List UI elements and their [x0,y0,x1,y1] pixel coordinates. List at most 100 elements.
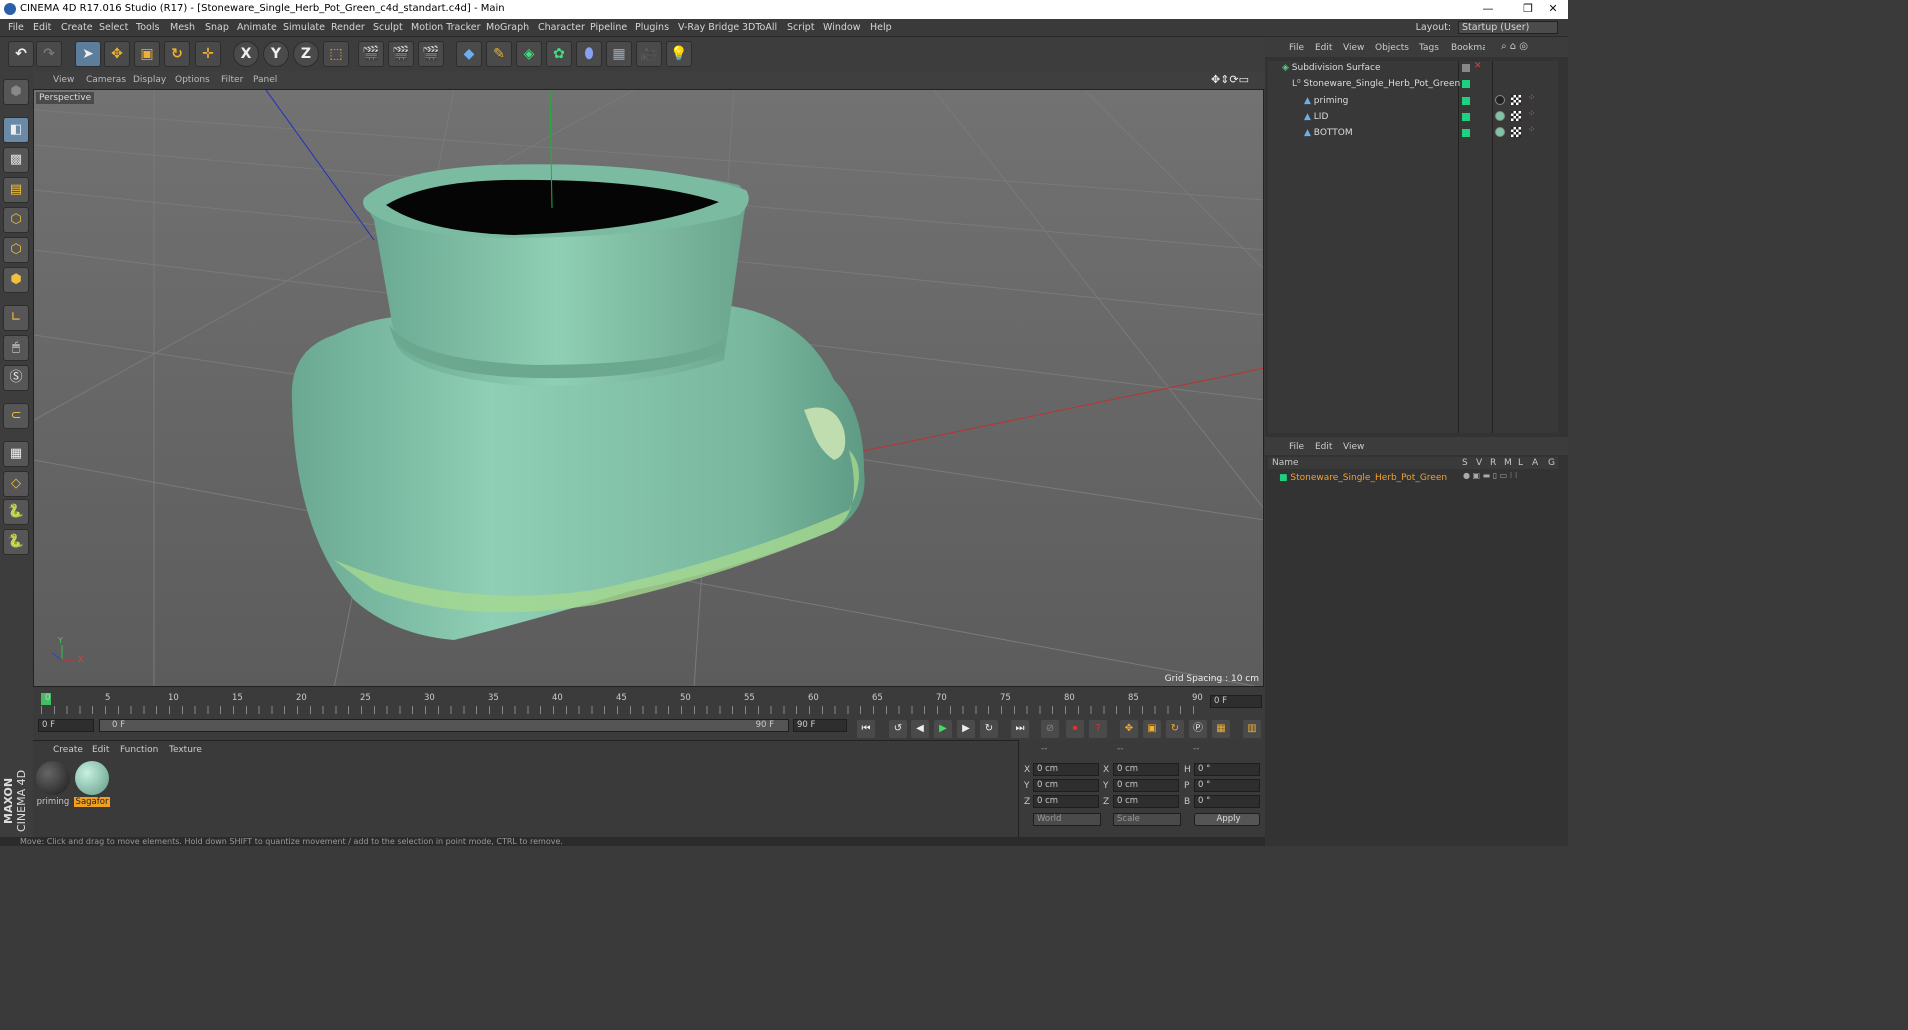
om-search-icon[interactable]: ⌕ ⌂ ◎ [1501,41,1528,52]
end-frame-field[interactable]: 90 F [793,719,847,732]
current-frame-field[interactable]: 0 F [1210,695,1262,708]
points-mode-icon[interactable]: ⬡ [3,207,29,233]
menu-snap[interactable]: Snap [205,22,229,33]
viewport-menu-display[interactable]: Display [133,75,166,85]
viewport-menu-options[interactable]: Options [175,75,210,85]
motion-record-icon[interactable]: ⊘ [1041,720,1059,738]
menu-mograph[interactable]: MoGraph [486,22,529,33]
menu-plugins[interactable]: Plugins [635,22,669,33]
python-script-2-icon[interactable]: 🐍 [3,529,29,555]
coord-rot-b-field[interactable]: 0 ° [1194,795,1260,808]
key-parameter-icon[interactable]: Ⓟ [1189,720,1207,738]
key-position-icon[interactable]: ✥ [1120,720,1138,738]
mograph-cloner-icon[interactable]: ✿ [546,41,572,67]
snap-icon[interactable]: Ⓢ [3,365,29,391]
render-view-icon[interactable]: 🎬 [358,41,384,67]
material-tag-icon[interactable] [1495,111,1505,121]
col-a[interactable]: A [1532,458,1538,468]
menu-mesh[interactable]: Mesh [170,22,195,33]
viewport-menu-panel[interactable]: Panel [253,75,277,85]
om-menu-objects[interactable]: Objects [1375,43,1409,53]
coord-pos-z-field[interactable]: 0 cm [1033,795,1099,808]
cube-primitive-icon[interactable]: ◆ [456,41,482,67]
camera-icon[interactable]: 🎥 [636,41,662,67]
material-sagafor[interactable]: Sagafor [74,761,110,809]
material-tag-icon[interactable] [1495,127,1505,137]
menu-edit[interactable]: Edit [33,22,51,33]
coord-size-z-field[interactable]: 0 cm [1113,795,1179,808]
menu-help[interactable]: Help [870,22,892,33]
model-mode-icon[interactable]: ◧ [3,117,29,143]
menu-render[interactable]: Render [331,22,365,33]
lock-workplane-icon[interactable]: ▦ [3,441,29,467]
menu-window[interactable]: Window [823,22,860,33]
3d-viewport[interactable]: Y X Perspective Grid Spacing : 10 cm [33,89,1264,687]
om-menu-edit[interactable]: Edit [1315,43,1332,53]
menu-vray-bridge[interactable]: V-Ray Bridge [678,22,739,33]
deformer-icon[interactable]: ⬮ [576,41,602,67]
object-stoneware-pot[interactable]: L⁰ Stoneware_Single_Herb_Pot_Green [1292,77,1482,92]
subdivision-surface-icon[interactable]: ◈ [516,41,542,67]
col-g[interactable]: G [1548,458,1555,468]
coordinate-system-icon[interactable]: ⬚ [323,41,349,67]
phong-tag-icon[interactable]: ⁘ [1528,109,1536,119]
render-settings-icon[interactable]: 🎬 [418,41,444,67]
scale-tool-icon[interactable]: ▣ [134,41,160,67]
edges-mode-icon[interactable]: ⬡ [3,237,29,263]
phong-tag-icon[interactable]: ⁘ [1528,93,1536,103]
coord-rot-h-field[interactable]: 0 ° [1194,763,1260,776]
menu-motion-tracker[interactable]: Motion Tracker [411,22,481,33]
material-priming[interactable]: priming [35,761,71,809]
go-to-start-icon[interactable]: ⏮ [857,720,875,738]
menu-select[interactable]: Select [99,22,128,33]
pen-spline-icon[interactable]: ✎ [486,41,512,67]
frame-range-slider[interactable]: 0 F 90 F [99,719,789,732]
material-menu-function[interactable]: Function [120,745,158,755]
transform-tool-icon[interactable]: ✛ [195,41,221,67]
layer-flags-icon[interactable]: ● ▣ ▬ ▯ ▭ ⁝ ⁝ [1463,471,1517,480]
col-v[interactable]: V [1476,458,1482,468]
viewport-menu-view[interactable]: View [53,75,74,85]
light-icon[interactable]: 💡 [666,41,692,67]
workplane-mode-icon[interactable]: ▤ [3,177,29,203]
coord-apply-button[interactable]: Apply [1194,813,1260,826]
om-menu-tags[interactable]: Tags [1419,43,1439,53]
move-tool-icon[interactable]: ✥ [104,41,130,67]
menu-create[interactable]: Create [61,22,93,33]
key-scale-icon[interactable]: ▣ [1143,720,1161,738]
om-menu-view[interactable]: View [1343,43,1364,53]
col-m[interactable]: M [1504,458,1512,468]
redo-icon[interactable]: ↷ [36,41,62,67]
coord-rot-p-field[interactable]: 0 ° [1194,779,1260,792]
menu-simulate[interactable]: Simulate [283,22,325,33]
menu-script[interactable]: Script [787,22,815,33]
object-subdivision-surface[interactable]: ◈ Subdivision Surface [1282,61,1472,76]
play-icon[interactable]: ▶ [934,720,952,738]
texture-tag-icon[interactable] [1511,111,1521,121]
lm-menu-edit[interactable]: Edit [1315,442,1332,452]
timeline-ruler[interactable]: 0 5 10 15 20 25 30 35 40 45 50 55 60 65 … [33,688,1265,718]
select-pointer-icon[interactable]: ➤ [75,41,101,67]
next-frame-icon[interactable]: ▶ [957,720,975,738]
material-menu-create[interactable]: Create [53,745,83,755]
menu-file[interactable]: File [8,22,24,33]
coord-size-y-field[interactable]: 0 cm [1113,779,1179,792]
material-menu-texture[interactable]: Texture [169,745,202,755]
col-l[interactable]: L [1518,458,1523,468]
minimize-button[interactable]: — [1468,0,1508,19]
undo-icon[interactable]: ↶ [8,41,34,67]
next-key-icon[interactable]: ↻ [980,720,998,738]
close-button[interactable]: ✕ [1538,0,1568,19]
tweak-mode-icon[interactable]: 🖱 [3,335,29,361]
col-s[interactable]: S [1462,458,1468,468]
autokeying-icon[interactable]: ? [1089,720,1107,738]
lm-menu-file[interactable]: File [1289,442,1304,452]
planar-workplane-icon[interactable]: ◇ [3,471,29,497]
go-to-end-icon[interactable]: ⏭ [1011,720,1029,738]
record-active-objects-icon[interactable]: ⏺ [1066,720,1084,738]
menu-sculpt[interactable]: Sculpt [373,22,403,33]
material-menu-edit[interactable]: Edit [92,745,109,755]
viewport-navigation-icon[interactable]: ✥⇕⟳▭ [1211,73,1249,86]
coord-size-x-field[interactable]: 0 cm [1113,763,1179,776]
make-editable-icon[interactable]: ⬢ [3,79,29,105]
